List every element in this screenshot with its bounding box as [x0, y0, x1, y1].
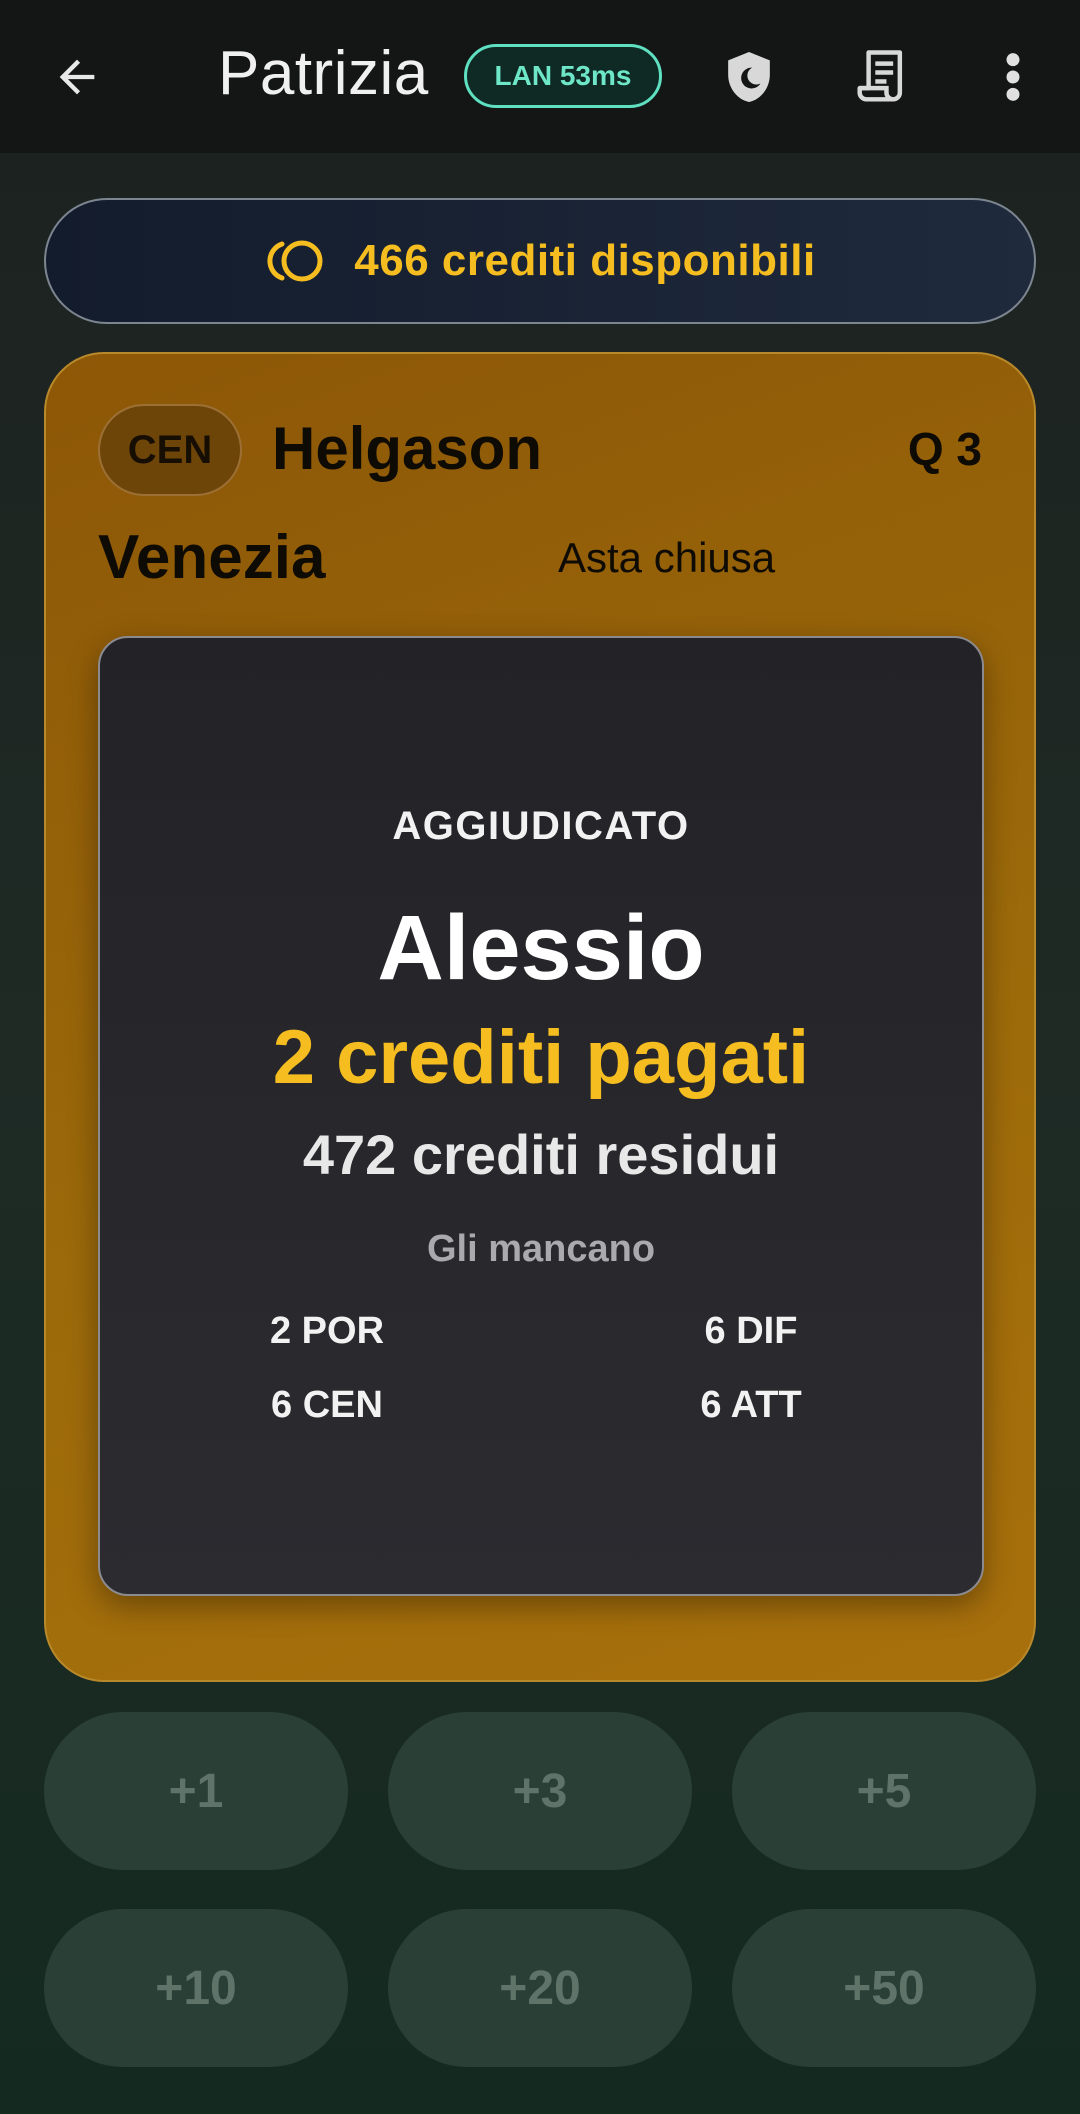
connection-badge: LAN 53ms — [464, 44, 662, 108]
winner-name: Alessio — [377, 897, 705, 999]
shield-moon-icon — [728, 52, 770, 102]
missing-role-item: 2 POR — [269, 1310, 385, 1352]
receipt-button[interactable] — [849, 44, 915, 110]
missing-role-item: 6 CEN — [271, 1384, 383, 1426]
back-arrow-icon — [59, 59, 95, 95]
bid-plus-1-button[interactable]: +1 — [44, 1712, 348, 1870]
app-bar: Patrizia LAN 53ms — [0, 0, 1080, 153]
auction-card: CEN Helgason Q 3 Venezia Asta chiusa AGG… — [44, 352, 1036, 1682]
bid-plus-5-button[interactable]: +5 — [732, 1712, 1036, 1870]
result-panel: AGGIUDICATO Alessio 2 crediti pagati 472… — [98, 636, 984, 1596]
credits-banner: 466 crediti disponibili — [44, 198, 1036, 324]
role-badge: CEN — [98, 404, 242, 496]
missing-label: Gli mancano — [426, 1228, 656, 1270]
missing-role-item: 6 DIF — [704, 1310, 798, 1352]
auction-status: Asta chiusa — [558, 534, 776, 581]
coins-icon — [267, 240, 323, 282]
player-team: Venezia — [98, 523, 326, 592]
more-vert-icon — [1006, 53, 1020, 101]
player-name: Helgason — [272, 415, 543, 482]
player-quota: Q 3 — [907, 423, 982, 475]
page-title: Patrizia — [218, 39, 429, 108]
back-button[interactable] — [44, 44, 110, 110]
bid-plus-50-button[interactable]: +50 — [732, 1909, 1036, 2067]
receipt-icon — [857, 50, 903, 102]
bid-plus-20-button[interactable]: +20 — [388, 1909, 692, 2067]
credits-available: 466 crediti disponibili — [354, 236, 816, 285]
shield-button[interactable] — [716, 44, 782, 110]
missing-role-item: 6 ATT — [700, 1384, 802, 1426]
more-menu-button[interactable] — [980, 44, 1046, 110]
credits-residual: 472 crediti residui — [302, 1123, 780, 1186]
bid-plus-10-button[interactable]: +10 — [44, 1909, 348, 2067]
result-label: AGGIUDICATO — [392, 804, 690, 848]
credits-paid: 2 crediti pagati — [272, 1015, 810, 1100]
bid-plus-3-button[interactable]: +3 — [388, 1712, 692, 1870]
